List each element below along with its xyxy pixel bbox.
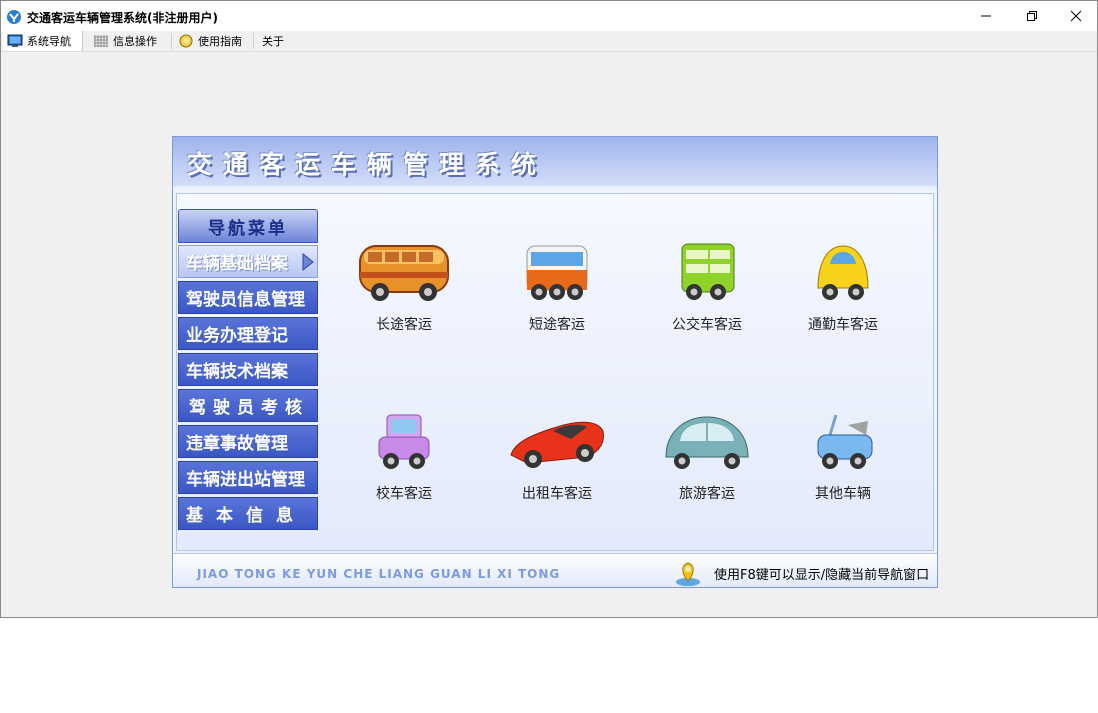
- minibus-icon: [526, 245, 588, 300]
- tab-label: 关于: [262, 35, 284, 48]
- tab-user-guide[interactable]: 使用指南: [174, 31, 254, 51]
- nav-menu-header: 导航菜单: [178, 209, 318, 243]
- nav-item-station-entry[interactable]: 车辆进出站管理: [178, 461, 318, 494]
- tile-label: 旅游客运: [679, 486, 735, 502]
- sports-car-icon: [510, 421, 604, 468]
- tile-tourism[interactable]: 旅游客运: [647, 411, 767, 511]
- tab-label: 系统导航: [27, 35, 71, 48]
- double-decker-bus-icon: [681, 243, 735, 300]
- tile-long-distance[interactable]: 长途客运: [344, 242, 464, 342]
- nav-item-label: 车辆技术档案: [186, 362, 288, 382]
- tile-bus[interactable]: 公交车客运: [647, 242, 767, 342]
- tile-label: 其他车辆: [815, 486, 871, 502]
- nav-item-driver-info[interactable]: 驾驶员信息管理: [178, 281, 318, 314]
- tile-short-distance[interactable]: 短途客运: [497, 242, 617, 342]
- nav-item-violation[interactable]: 违章事故管理: [178, 425, 318, 458]
- minimize-button[interactable]: [963, 1, 1009, 31]
- help-globe-icon: [179, 34, 193, 48]
- app-logo-icon: [7, 10, 21, 24]
- coach-bus-icon: [359, 245, 449, 301]
- nav-item-label: 违章事故管理: [186, 434, 288, 454]
- tile-other[interactable]: 其他车辆: [783, 411, 903, 511]
- nav-item-label: 车辆基础档案: [186, 254, 288, 274]
- close-button[interactable]: [1053, 1, 1098, 31]
- tile-commuter[interactable]: 通勤车客运: [783, 242, 903, 342]
- tile-label: 短途客运: [529, 317, 585, 333]
- tab-label: 使用指南: [198, 35, 242, 48]
- location-pin-icon: [676, 562, 700, 586]
- tile-label: 出租车客运: [522, 486, 592, 502]
- grid-icon: [94, 35, 108, 47]
- tab-system-nav[interactable]: 系统导航: [3, 31, 83, 51]
- tab-divider: [171, 33, 172, 49]
- nav-menu-title: 导航菜单: [208, 218, 288, 239]
- close-icon: [1070, 10, 1082, 22]
- tile-taxi[interactable]: 出租车客运: [497, 411, 617, 511]
- nav-item-business-reg[interactable]: 业务办理登记: [178, 317, 318, 350]
- app-window: 交通客运车辆管理系统(非注册用户) 系统导航 信息操作 使用指南 关于 交通客运…: [0, 0, 1098, 618]
- nav-item-label: 业务办理登记: [186, 326, 288, 346]
- tab-divider: [253, 33, 254, 49]
- nav-item-vehicle-basic[interactable]: 车辆基础档案: [178, 245, 318, 278]
- header-stripe: [173, 186, 937, 189]
- tile-label: 公交车客运: [672, 317, 742, 333]
- panel-header: 交通客运车辆管理系统: [173, 137, 937, 189]
- tab-bar: 系统导航 信息操作 使用指南 关于: [1, 31, 1097, 52]
- arrow-right-icon: [302, 252, 314, 272]
- panel-footer: JIAO TONG KE YUN CHE LIANG GUAN LI XI TO…: [173, 553, 937, 587]
- nav-item-label: 驾驶员信息管理: [186, 290, 305, 310]
- tile-label: 校车客运: [376, 486, 432, 502]
- tab-label: 信息操作: [113, 35, 157, 48]
- panel-title: 交通客运车辆管理系统: [187, 150, 548, 179]
- restore-button[interactable]: [1009, 1, 1055, 31]
- footer-pinyin-title: JIAO TONG KE YUN CHE LIANG GUAN LI XI TO…: [197, 567, 561, 581]
- monitor-icon: [7, 34, 23, 47]
- window-title: 交通客运车辆管理系统(非注册用户): [27, 11, 218, 25]
- title-bar[interactable]: 交通客运车辆管理系统(非注册用户): [1, 1, 1097, 31]
- hint-text: 使用F8键可以显示/隐藏当前导航窗口: [714, 568, 930, 583]
- nav-item-label: 基本信息: [186, 506, 306, 526]
- tour-car-icon: [665, 416, 749, 469]
- tile-school[interactable]: 校车客运: [344, 411, 464, 511]
- restore-icon: [1027, 11, 1037, 21]
- nav-item-basic-info[interactable]: 基本信息: [178, 497, 318, 530]
- nav-item-label: 驾驶员考核: [189, 398, 309, 418]
- tile-label: 长途客运: [376, 317, 432, 333]
- tab-about[interactable]: 关于: [258, 31, 298, 51]
- minimize-icon: [981, 15, 991, 17]
- navigation-panel: 交通客运车辆管理系统 导航菜单 车辆基础档案 驾驶员信息管理 业务办理登记 车辆…: [172, 136, 938, 588]
- convertible-icon: [817, 414, 873, 469]
- small-car-icon: [817, 245, 869, 300]
- tab-info-ops[interactable]: 信息操作: [89, 31, 169, 51]
- school-car-icon: [378, 414, 430, 469]
- nav-item-driver-exam[interactable]: 驾驶员考核: [178, 389, 318, 422]
- nav-item-tech-archive[interactable]: 车辆技术档案: [178, 353, 318, 386]
- nav-item-label: 车辆进出站管理: [186, 470, 305, 490]
- tile-label: 通勤车客运: [808, 317, 878, 333]
